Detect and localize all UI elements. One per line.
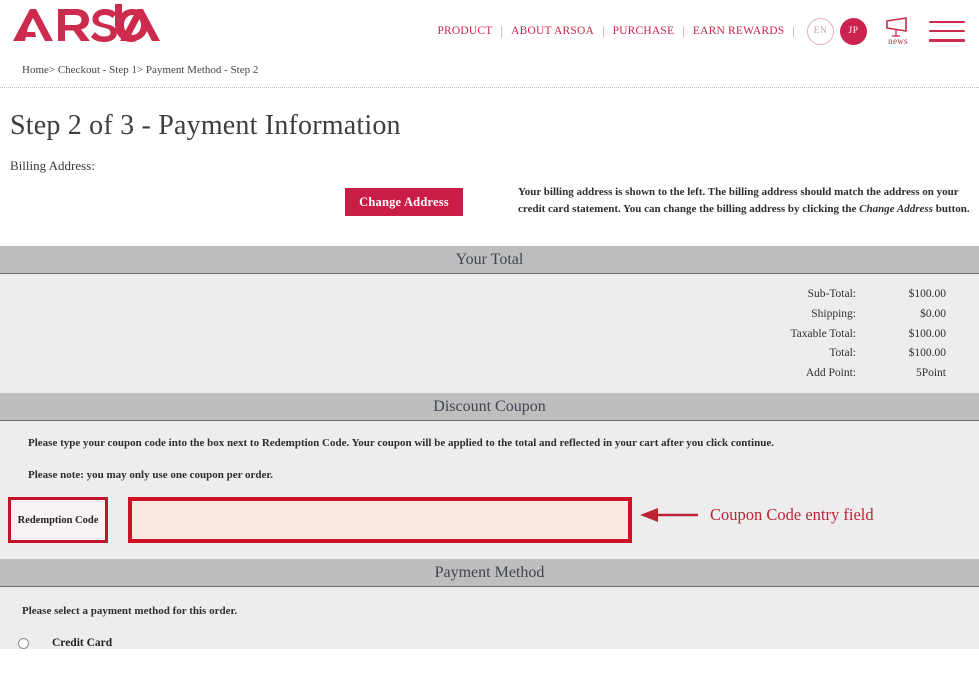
nav-separator: | <box>500 23 504 38</box>
coupon-instruction: Please type your coupon code into the bo… <box>28 437 774 450</box>
left-arrow-icon <box>640 507 700 523</box>
change-address-row: Change Address Your billing address is s… <box>0 186 979 246</box>
hamburger-bar <box>929 39 965 42</box>
language-toggle-jp[interactable]: JP <box>840 17 867 45</box>
nav-separator: | <box>792 23 795 38</box>
coupon-annotation-text: Coupon Code entry field <box>710 505 874 525</box>
your-total-panel: Sub-Total: $100.00 Shipping: $0.00 Taxab… <box>0 274 979 394</box>
main-navigation: PRODUCT | ABOUT ARSOA | PURCHASE | EARN … <box>436 14 965 48</box>
breadcrumb[interactable]: Home> Checkout - Step 1> Payment Method … <box>0 58 979 76</box>
total-value: $0.00 <box>920 307 946 320</box>
totals-list: Sub-Total: $100.00 Shipping: $0.00 Taxab… <box>0 274 979 393</box>
total-value: $100.00 <box>908 288 946 300</box>
section-header-discount-coupon: Discount Coupon <box>0 393 979 422</box>
discount-coupon-panel: Please type your coupon code into the bo… <box>0 421 979 560</box>
nav-item-about-arsoa[interactable]: ABOUT ARSOA <box>510 25 595 37</box>
language-toggle-en[interactable]: EN <box>807 17 834 45</box>
section-header-payment-method: Payment Method <box>0 559 979 588</box>
total-value: 5Point <box>915 367 946 380</box>
payment-option-credit-card[interactable]: Credit Card <box>18 637 979 649</box>
nav-item-earn-rewards[interactable]: EARN REWARDS <box>692 25 786 37</box>
billing-note-emphasis: Change Address <box>859 203 933 216</box>
nav-item-purchase[interactable]: PURCHASE <box>612 25 676 37</box>
billing-address-note: Your billing address is shown to the lef… <box>518 184 970 218</box>
change-address-button[interactable]: Change Address <box>345 188 463 216</box>
coupon-annotation: Coupon Code entry field <box>640 505 874 525</box>
payment-method-panel: Please select a payment method for this … <box>0 587 979 650</box>
billing-note-part2: button. <box>932 203 970 216</box>
redemption-code-row: Redemption Code Coupon Code entry field <box>0 495 979 559</box>
payment-method-instruction: Please select a payment method for this … <box>22 605 238 618</box>
total-value: $100.00 <box>908 347 946 360</box>
site-header: PRODUCT | ABOUT ARSOA | PURCHASE | EARN … <box>0 0 979 58</box>
total-label: Add Point: <box>805 367 856 380</box>
total-label: Sub-Total: <box>807 288 856 300</box>
total-row: Sub-Total: $100.00 <box>736 286 946 304</box>
billing-address-label: Billing Address: <box>10 158 95 173</box>
hamburger-bar <box>929 29 965 33</box>
hamburger-menu-icon[interactable] <box>929 20 965 42</box>
nav-item-product[interactable]: PRODUCT <box>436 25 493 37</box>
megaphone-icon <box>884 16 912 37</box>
nav-separator: | <box>682 23 685 38</box>
total-row: Total: $100.00 <box>736 345 946 363</box>
total-value: $100.00 <box>908 327 946 340</box>
arsoa-logo[interactable] <box>10 4 160 48</box>
news-button[interactable]: news <box>881 16 915 46</box>
radio-button-credit-card[interactable] <box>18 637 29 649</box>
coupon-note: Please note: you may only use one coupon… <box>28 469 274 482</box>
nav-separator: | <box>601 23 605 38</box>
total-label: Total: <box>829 347 856 360</box>
section-header-your-total: Your Total <box>0 246 979 274</box>
redemption-code-input[interactable] <box>128 497 632 544</box>
total-label: Shipping: <box>811 307 856 320</box>
total-row: Shipping: $0.00 <box>736 306 946 324</box>
page-title: Step 2 of 3 - Payment Information <box>10 110 401 141</box>
news-label: news <box>888 35 908 46</box>
header-divider <box>0 87 979 88</box>
hamburger-bar <box>929 20 965 23</box>
payment-option-label[interactable]: Credit Card <box>52 637 112 649</box>
total-label: Taxable Total: <box>790 327 856 340</box>
redemption-code-label: Redemption Code <box>8 497 108 544</box>
total-row: Add Point: 5Point <box>736 365 946 383</box>
total-row: Taxable Total: $100.00 <box>736 326 946 344</box>
